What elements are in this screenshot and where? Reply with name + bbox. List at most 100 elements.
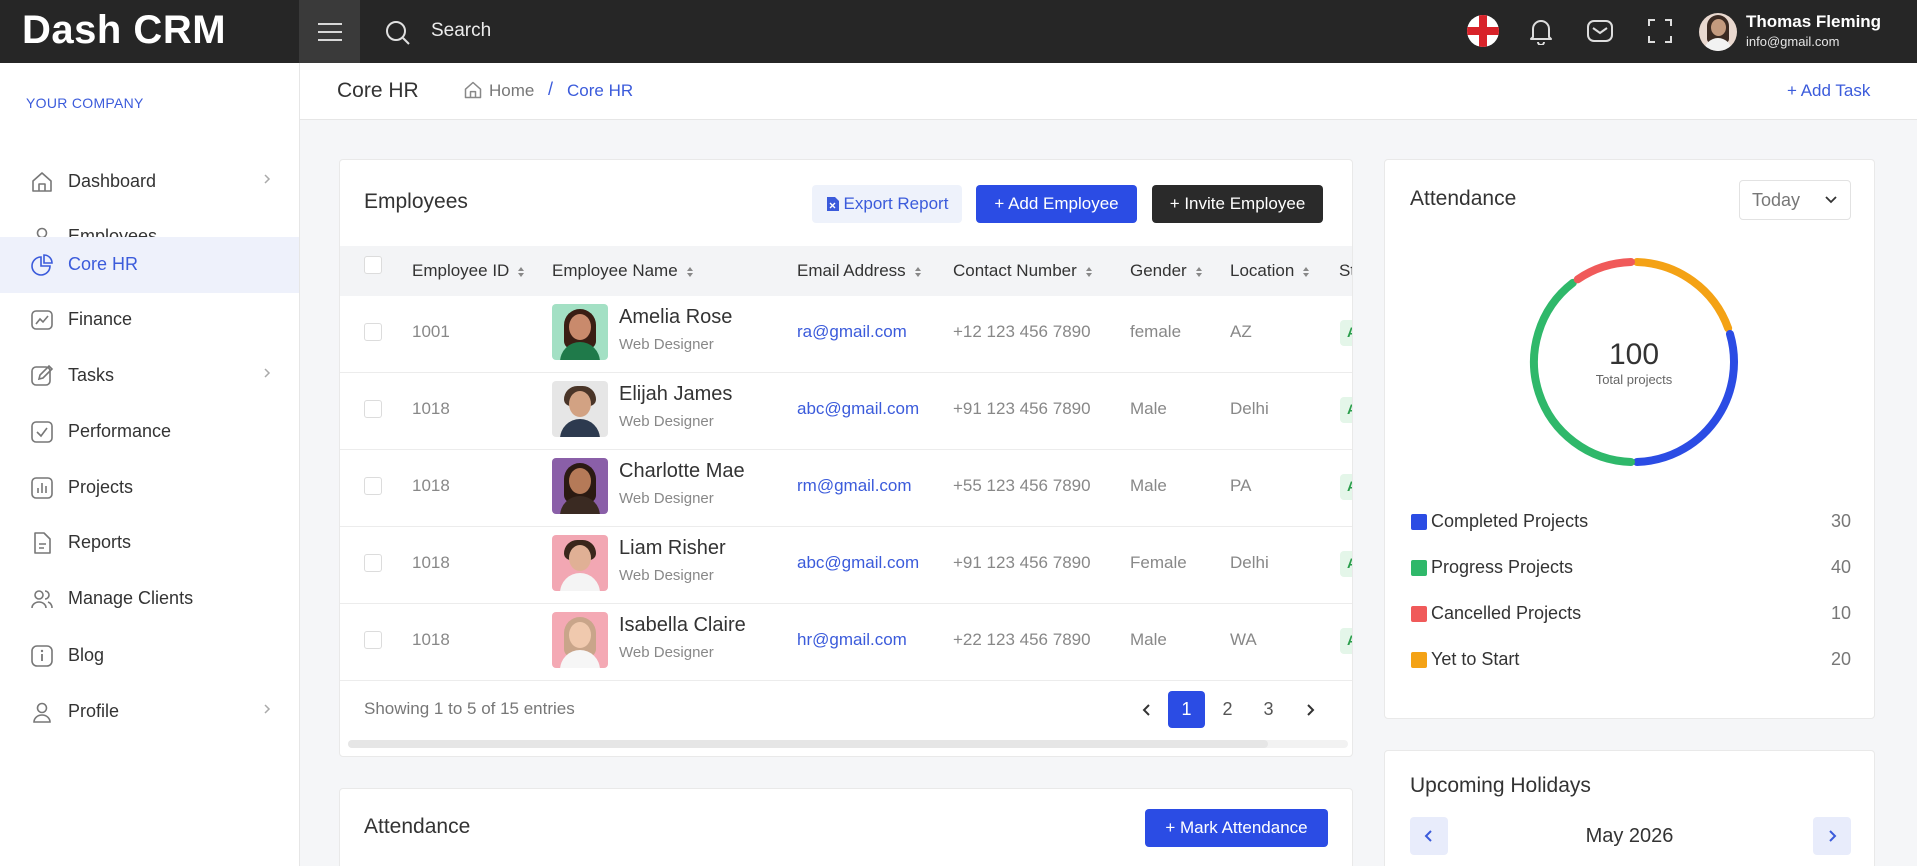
sidebar-item-projects[interactable]: Projects	[0, 460, 299, 516]
brand-logo[interactable]: Dash CRM	[22, 8, 226, 53]
status-badge: A	[1340, 628, 1352, 654]
employee-id: 1018	[412, 630, 450, 649]
row-checkbox[interactable]	[364, 323, 382, 341]
sidebar-item-manage-clients[interactable]: Manage Clients	[0, 571, 299, 627]
row-checkbox[interactable]	[364, 554, 382, 572]
employee-email[interactable]: ra@gmail.com	[797, 322, 907, 342]
employee-gender: Male	[1130, 399, 1167, 418]
bell-icon[interactable]	[1528, 17, 1554, 45]
column-header-status[interactable]: St	[1339, 261, 1352, 281]
sort-icon	[1195, 266, 1202, 277]
sidebar-item-blog[interactable]: Blog	[0, 628, 299, 684]
home-icon[interactable]	[463, 80, 483, 100]
legend-swatch	[1411, 514, 1427, 530]
legend-item-progress: Progress Projects 40	[1411, 556, 1851, 580]
employee-email[interactable]: hr@gmail.com	[797, 630, 907, 650]
table-row[interactable]: 1018 Charlotte Mae Web Designer rm@gmail…	[340, 450, 1352, 527]
table-row[interactable]: 1018 Elijah James Web Designer abc@gmail…	[340, 373, 1352, 450]
select-all-checkbox[interactable]	[364, 256, 382, 274]
employee-name[interactable]: Isabella Claire	[619, 614, 746, 637]
scrollbar-thumb[interactable]	[348, 740, 1268, 748]
legend-swatch	[1411, 560, 1427, 576]
search-icon[interactable]	[385, 20, 411, 46]
employee-name[interactable]: Elijah James	[619, 383, 732, 406]
table-horizontal-scrollbar[interactable]	[348, 740, 1348, 748]
pagination-prev-button[interactable]	[1128, 691, 1165, 728]
status-badge: A	[1340, 397, 1352, 423]
attendance-filter-select[interactable]: Today	[1739, 180, 1851, 220]
column-header-location[interactable]: Location	[1230, 261, 1310, 281]
mark-attendance-button[interactable]: + Mark Attendance	[1145, 809, 1328, 847]
column-header-gender[interactable]: Gender	[1130, 261, 1203, 281]
employee-gender: female	[1130, 322, 1182, 341]
employee-email[interactable]: abc@gmail.com	[797, 553, 919, 573]
column-header-employee-id[interactable]: Employee ID	[412, 261, 525, 281]
top-bar: Dash CRM Search Thomas Fleming info@gmai…	[0, 0, 1917, 63]
page-header: Core HR Home / Core HR + Add Task	[300, 63, 1917, 120]
invite-employee-button[interactable]: + Invite Employee	[1152, 185, 1323, 223]
export-report-button[interactable]: Export Report	[812, 185, 962, 223]
mail-icon[interactable]	[1586, 17, 1614, 45]
pagination-summary: Showing 1 to 5 of 15 entries	[364, 699, 575, 718]
employees-title: Employees	[364, 190, 468, 213]
calendar-next-button[interactable]	[1813, 817, 1851, 855]
employee-email[interactable]: rm@gmail.com	[797, 476, 912, 496]
row-checkbox[interactable]	[364, 477, 382, 495]
row-checkbox[interactable]	[364, 400, 382, 418]
pagination-page-1[interactable]: 1	[1168, 691, 1205, 728]
pagination-page-2[interactable]: 2	[1209, 691, 1246, 728]
user-avatar[interactable]	[1699, 13, 1737, 51]
add-task-link[interactable]: + Add Task	[1787, 81, 1870, 101]
employee-photo	[552, 535, 608, 591]
donut-total-label: Total projects	[1595, 372, 1673, 387]
table-row[interactable]: 1018 Isabella Claire Web Designer hr@gma…	[340, 604, 1352, 681]
status-badge: A	[1340, 320, 1352, 346]
edit-icon	[31, 364, 54, 386]
table-row[interactable]: 1018 Liam Risher Web Designer abc@gmail.…	[340, 527, 1352, 604]
table-row[interactable]: 1001 Amelia Rose Web Designer ra@gmail.c…	[340, 296, 1352, 373]
sidebar-item-label: Manage Clients	[68, 588, 194, 608]
status-badge: A	[1340, 474, 1352, 500]
sidebar-item-dashboard[interactable]: Dashboard	[0, 154, 299, 210]
donut-total-value: 100	[1608, 338, 1660, 371]
search-input[interactable]: Search	[431, 20, 491, 42]
menu-toggle-icon[interactable]	[299, 0, 360, 63]
employee-name[interactable]: Amelia Rose	[619, 306, 732, 329]
language-flag-icon[interactable]	[1467, 15, 1499, 47]
pagination-next-button[interactable]	[1291, 691, 1328, 728]
employee-role: Web Designer	[619, 490, 714, 507]
chevron-right-icon	[264, 174, 271, 184]
employee-name[interactable]: Liam Risher	[619, 537, 726, 560]
file-text-icon	[34, 532, 51, 554]
employee-photo	[552, 381, 608, 437]
row-checkbox[interactable]	[364, 631, 382, 649]
sidebar: YOUR COMPANY Dashboard Employees Core HR…	[0, 63, 300, 866]
attendance-panel-card: Attendance Today 100 Total projects Comp…	[1384, 159, 1875, 719]
sidebar-item-profile[interactable]: Profile	[0, 684, 299, 740]
pagination-page-3[interactable]: 3	[1250, 691, 1287, 728]
sidebar-item-performance[interactable]: Performance	[0, 404, 299, 460]
sidebar-item-core-hr[interactable]: Core HR	[0, 237, 299, 293]
employee-location: WA	[1230, 630, 1257, 649]
sidebar-item-finance[interactable]: Finance	[0, 292, 299, 348]
breadcrumb-home[interactable]: Home	[489, 81, 534, 101]
legend-swatch	[1411, 652, 1427, 668]
user-name[interactable]: Thomas Fleming	[1746, 12, 1881, 32]
column-header-employee-name[interactable]: Employee Name	[552, 261, 694, 281]
employee-role: Web Designer	[619, 567, 714, 584]
add-employee-button[interactable]: + Add Employee	[976, 185, 1137, 223]
fullscreen-icon[interactable]	[1646, 17, 1674, 45]
bar-chart-icon	[31, 477, 53, 499]
employee-name[interactable]: Charlotte Mae	[619, 460, 745, 483]
employee-photo	[552, 458, 608, 514]
attendance-section-title: Attendance	[364, 815, 471, 838]
table-header: Employee ID Employee Name Email Address …	[340, 246, 1352, 296]
employee-email[interactable]: abc@gmail.com	[797, 399, 919, 419]
employee-photo	[552, 612, 608, 668]
employee-role: Web Designer	[619, 644, 714, 661]
column-header-email[interactable]: Email Address	[797, 261, 922, 281]
column-header-contact[interactable]: Contact Number	[953, 261, 1093, 281]
sidebar-item-reports[interactable]: Reports	[0, 515, 299, 571]
calendar-prev-button[interactable]	[1410, 817, 1448, 855]
sidebar-item-tasks[interactable]: Tasks	[0, 348, 299, 404]
